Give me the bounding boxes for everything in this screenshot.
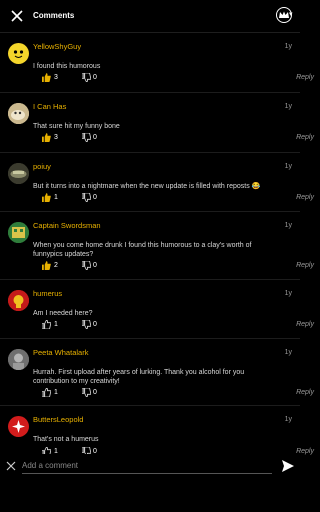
thumbs-up-icon[interactable]	[42, 73, 51, 82]
page-title: Comments	[33, 11, 75, 20]
thumbs-up-icon[interactable]	[42, 261, 51, 270]
upvote-count: 1	[54, 194, 58, 201]
reply-button[interactable]: Reply	[296, 194, 314, 201]
comment-time: 1y	[284, 290, 292, 297]
avatar[interactable]	[8, 163, 29, 184]
reply-button[interactable]: Reply	[296, 389, 314, 396]
comment-item: humerus 1y Am I needed here? 1 0 Reply	[0, 280, 314, 339]
comment-username[interactable]: Peeta Whatalark	[33, 348, 88, 357]
comment-time: 1y	[284, 349, 292, 356]
comment-username[interactable]: YellowShyGuy	[33, 42, 81, 51]
comment-text: I found this humorous	[33, 63, 101, 70]
thumbs-down-icon[interactable]	[82, 133, 91, 142]
avatar[interactable]	[8, 222, 29, 243]
comment-text: But it turns into a nightmare when the n…	[33, 183, 261, 190]
downvote-count: 0	[93, 262, 97, 269]
close-icon[interactable]	[6, 461, 16, 471]
downvote-count: 0	[93, 321, 97, 328]
comment-text: That's not a humerus	[33, 436, 99, 443]
comment-text: Hurrah. First upload after years of lurk…	[33, 369, 245, 385]
comment-username[interactable]: Captain Swordsman	[33, 221, 101, 230]
reply-button[interactable]: Reply	[296, 321, 314, 328]
thumbs-down-icon[interactable]	[82, 193, 91, 202]
comment-item: poiuy 1y But it turns into a nightmare w…	[0, 153, 314, 212]
comment-time: 1y	[284, 43, 292, 50]
comment-actions: 3 0 Reply	[42, 133, 314, 145]
thumbs-up-icon[interactable]	[42, 133, 51, 142]
avatar[interactable]	[8, 290, 29, 311]
comment-username[interactable]: I Can Has	[33, 102, 66, 111]
comment-time: 1y	[284, 222, 292, 229]
comment-actions: 3 0 Reply	[42, 73, 314, 85]
thumbs-down-icon[interactable]	[82, 388, 91, 397]
comment-item: I Can Has 1y That sure hit my funny bone…	[0, 93, 314, 153]
thumbs-up-icon[interactable]	[42, 388, 51, 397]
thumbs-up-icon[interactable]	[42, 320, 51, 329]
reply-button[interactable]: Reply	[296, 262, 314, 269]
comment-actions: 1 0 Reply	[42, 388, 314, 400]
comment-time: 1y	[284, 416, 292, 423]
avatar[interactable]	[8, 43, 29, 64]
chevron-down-icon[interactable]: ▾	[289, 10, 293, 18]
header: Comments ▾	[0, 0, 300, 33]
comment-username[interactable]: humerus	[33, 289, 62, 298]
comment-composer	[0, 454, 300, 478]
upvote-count: 2	[54, 262, 58, 269]
reply-button[interactable]: Reply	[296, 134, 314, 141]
comment-item: Captain Swordsman 1y When you come home …	[0, 212, 314, 280]
avatar[interactable]	[8, 103, 29, 124]
send-icon[interactable]	[282, 460, 294, 472]
upvote-count: 1	[54, 321, 58, 328]
upvote-count: 3	[54, 134, 58, 141]
comment-actions: 2 0 Reply	[42, 261, 314, 273]
thumbs-down-icon[interactable]	[82, 73, 91, 82]
comment-text: That sure hit my funny bone	[33, 123, 120, 130]
comment-username[interactable]: ButtersLeopold	[33, 415, 83, 424]
thumbs-up-icon[interactable]	[42, 193, 51, 202]
downvote-count: 0	[93, 74, 97, 81]
comment-item: YellowShyGuy 1y I found this humorous 3 …	[0, 33, 314, 93]
downvote-count: 0	[93, 389, 97, 396]
comment-item: Peeta Whatalark 1y Hurrah. First upload …	[0, 339, 314, 406]
avatar[interactable]	[8, 416, 29, 437]
comment-actions: 1 0 Reply	[42, 320, 314, 332]
downvote-count: 0	[93, 134, 97, 141]
downvote-count: 0	[93, 194, 97, 201]
upvote-count: 3	[54, 74, 58, 81]
comment-username[interactable]: poiuy	[33, 162, 51, 171]
avatar[interactable]	[8, 349, 29, 370]
comment-text: Am I needed here?	[33, 310, 93, 317]
reply-button[interactable]: Reply	[296, 74, 314, 81]
comment-time: 1y	[284, 163, 292, 170]
thumbs-down-icon[interactable]	[82, 261, 91, 270]
comment-text: When you come home drunk I found this hu…	[33, 242, 252, 258]
close-icon[interactable]	[9, 8, 25, 24]
thumbs-down-icon[interactable]	[82, 320, 91, 329]
upvote-count: 1	[54, 389, 58, 396]
add-comment-input[interactable]	[22, 458, 272, 474]
comment-item: ButtersLeopold 1y That's not a humerus 1…	[0, 406, 314, 456]
comment-actions: 1 0 Reply	[42, 193, 314, 205]
comment-time: 1y	[284, 103, 292, 110]
